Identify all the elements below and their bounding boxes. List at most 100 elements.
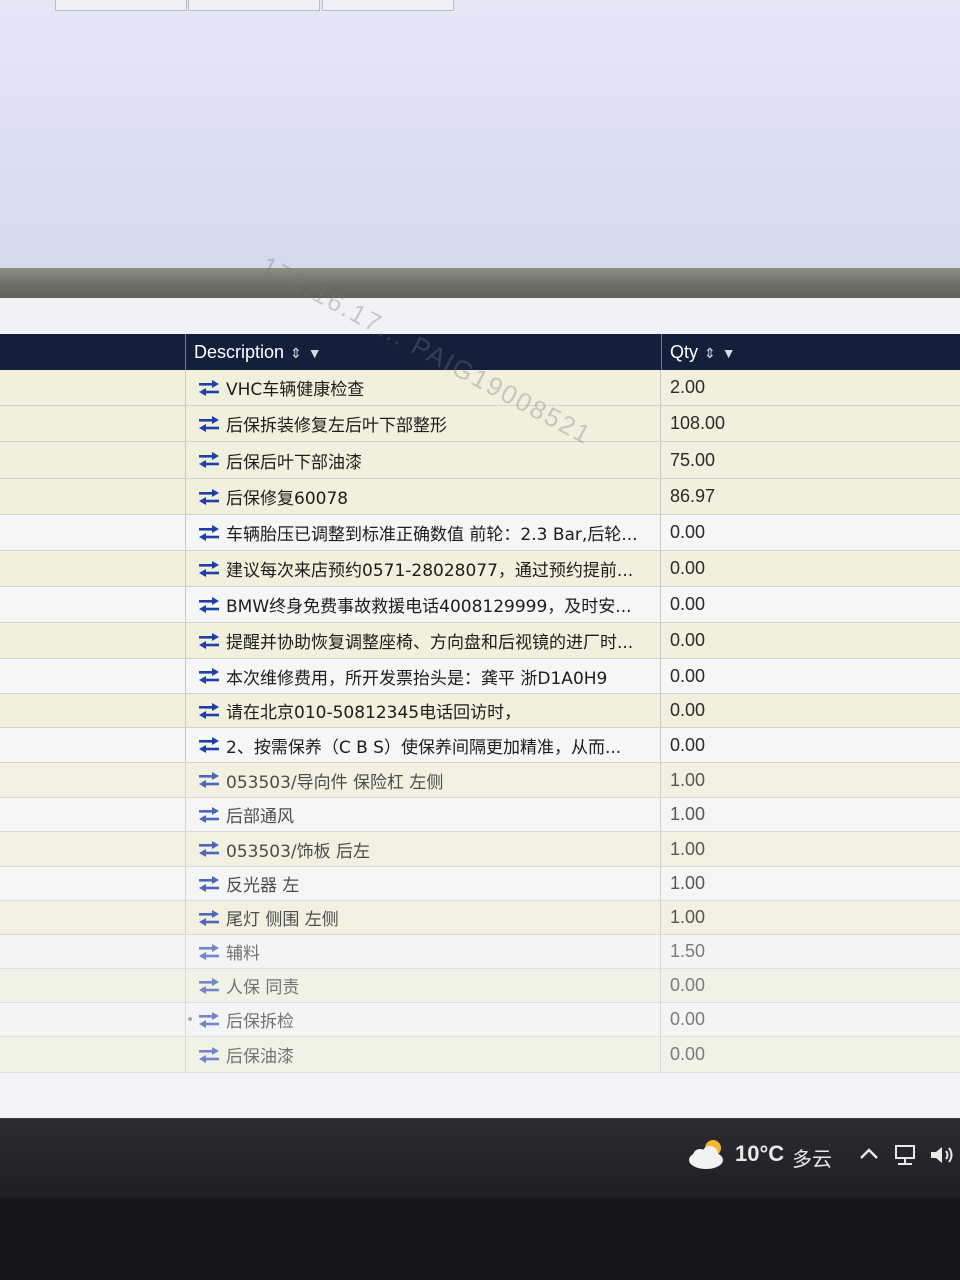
qty-cell[interactable]: 75.00 bbox=[662, 442, 960, 478]
qty-cell[interactable]: 1.00 bbox=[662, 901, 960, 934]
qty-cell[interactable]: 1.00 bbox=[662, 798, 960, 831]
table-row[interactable]: 053503/导向件 保险杠 左侧 1.00 bbox=[0, 763, 960, 798]
table-row[interactable]: 后保后叶下部油漆 75.00 bbox=[0, 442, 960, 479]
description-cell[interactable]: 053503/饰板 后左 bbox=[186, 832, 661, 866]
row-selector-cell[interactable] bbox=[0, 1037, 186, 1072]
swap-arrows-icon[interactable] bbox=[198, 451, 220, 469]
row-selector-cell[interactable] bbox=[0, 659, 186, 693]
row-selector-cell[interactable] bbox=[0, 479, 186, 514]
qty-cell[interactable]: 0.00 bbox=[662, 1003, 960, 1036]
swap-arrows-icon[interactable] bbox=[198, 1011, 220, 1029]
table-row[interactable]: 人保 同责 0.00 bbox=[0, 969, 960, 1003]
description-cell[interactable]: 建议每次来店预约0571-28028077，通过预约提前... bbox=[186, 551, 661, 586]
row-selector-cell[interactable] bbox=[0, 694, 186, 727]
swap-arrows-icon[interactable] bbox=[198, 875, 220, 893]
row-selector-cell[interactable] bbox=[0, 901, 186, 934]
qty-cell[interactable]: 1.50 bbox=[662, 935, 960, 968]
table-row[interactable]: 本次维修费用，所开发票抬头是：龚平 浙D1A0H9 0.00 bbox=[0, 659, 960, 694]
description-cell[interactable]: 后保油漆 bbox=[186, 1037, 661, 1072]
cloudy-sun-icon[interactable] bbox=[686, 1137, 728, 1171]
swap-arrows-icon[interactable] bbox=[198, 702, 220, 720]
table-row[interactable]: 建议每次来店预约0571-28028077，通过预约提前... 0.00 bbox=[0, 551, 960, 587]
description-cell[interactable]: BMW终身免费事故救援电话4008129999，及时安... bbox=[186, 587, 661, 622]
swap-arrows-icon[interactable] bbox=[198, 736, 220, 754]
description-cell[interactable]: 辅料 bbox=[186, 935, 661, 968]
table-row[interactable]: BMW终身免费事故救援电话4008129999，及时安... 0.00 bbox=[0, 587, 960, 623]
description-cell[interactable]: 车辆胎压已调整到标准正确数值 前轮：2.3 Bar,后轮... bbox=[186, 515, 661, 550]
swap-arrows-icon[interactable] bbox=[198, 632, 220, 650]
qty-cell[interactable]: 0.00 bbox=[662, 515, 960, 550]
volume-icon[interactable] bbox=[928, 1143, 958, 1167]
swap-arrows-icon[interactable] bbox=[198, 977, 220, 995]
qty-cell[interactable]: 1.00 bbox=[662, 832, 960, 866]
qty-cell[interactable]: 108.00 bbox=[662, 406, 960, 441]
table-row[interactable]: 2、按需保养（C B S）使保养间隔更加精准，从而... 0.00 bbox=[0, 728, 960, 763]
swap-arrows-icon[interactable] bbox=[198, 596, 220, 614]
description-cell[interactable]: 提醒并协助恢复调整座椅、方向盘和后视镜的进厂时... bbox=[186, 623, 661, 658]
table-row[interactable]: 后保油漆 0.00 bbox=[0, 1037, 960, 1073]
description-cell[interactable]: 后保拆检 bbox=[186, 1003, 661, 1036]
qty-cell[interactable]: 86.97 bbox=[662, 479, 960, 514]
top-field[interactable] bbox=[322, 0, 454, 11]
table-row[interactable]: 辅料 1.50 bbox=[0, 935, 960, 969]
swap-arrows-icon[interactable] bbox=[198, 909, 220, 927]
row-selector-cell[interactable] bbox=[0, 623, 186, 658]
column-header-description[interactable]: Description ⇕ ▼ bbox=[185, 334, 661, 370]
filter-icon[interactable]: ▼ bbox=[722, 345, 736, 361]
table-row[interactable]: VHC车辆健康检查 2.00 bbox=[0, 370, 960, 406]
description-cell[interactable]: 尾灯 侧围 左侧 bbox=[186, 901, 661, 934]
table-row[interactable]: 提醒并协助恢复调整座椅、方向盘和后视镜的进厂时... 0.00 bbox=[0, 623, 960, 659]
description-cell[interactable]: 后保拆装修复左后叶下部整形 bbox=[186, 406, 661, 441]
table-row[interactable]: 后保拆装修复左后叶下部整形 108.00 bbox=[0, 406, 960, 442]
qty-cell[interactable]: 0.00 bbox=[662, 694, 960, 727]
row-selector-cell[interactable] bbox=[0, 969, 186, 1002]
filter-icon[interactable]: ▼ bbox=[308, 345, 322, 361]
row-selector-cell[interactable] bbox=[0, 406, 186, 441]
description-cell[interactable]: VHC车辆健康检查 bbox=[186, 370, 661, 405]
description-cell[interactable]: 反光器 左 bbox=[186, 867, 661, 900]
row-selector-cell[interactable] bbox=[0, 1003, 186, 1036]
table-row[interactable]: 尾灯 侧围 左侧 1.00 bbox=[0, 901, 960, 935]
description-cell[interactable]: 后部通风 bbox=[186, 798, 661, 831]
row-selector-cell[interactable] bbox=[0, 442, 186, 478]
temperature[interactable]: 10°C bbox=[735, 1141, 784, 1167]
row-selector-cell[interactable] bbox=[0, 935, 186, 968]
swap-arrows-icon[interactable] bbox=[198, 560, 220, 578]
swap-arrows-icon[interactable] bbox=[198, 415, 220, 433]
description-cell[interactable]: 后保后叶下部油漆 bbox=[186, 442, 661, 478]
network-icon[interactable] bbox=[892, 1143, 918, 1167]
qty-cell[interactable]: 0.00 bbox=[662, 623, 960, 658]
table-row[interactable]: 车辆胎压已调整到标准正确数值 前轮：2.3 Bar,后轮... 0.00 bbox=[0, 515, 960, 551]
description-cell[interactable]: 本次维修费用，所开发票抬头是：龚平 浙D1A0H9 bbox=[186, 659, 661, 693]
top-field[interactable] bbox=[55, 0, 187, 11]
table-row[interactable]: 反光器 左 1.00 bbox=[0, 867, 960, 901]
table-row[interactable]: 053503/饰板 后左 1.00 bbox=[0, 832, 960, 867]
qty-cell[interactable]: 0.00 bbox=[662, 551, 960, 586]
table-row[interactable]: 后部通风 1.00 bbox=[0, 798, 960, 832]
row-selector-cell[interactable] bbox=[0, 867, 186, 900]
row-selector-cell[interactable] bbox=[0, 515, 186, 550]
description-cell[interactable]: 请在北京010-50812345电话回访时， bbox=[186, 694, 661, 727]
swap-arrows-icon[interactable] bbox=[198, 379, 220, 397]
swap-arrows-icon[interactable] bbox=[198, 806, 220, 824]
row-selector-cell[interactable] bbox=[0, 798, 186, 831]
row-selector-cell[interactable] bbox=[0, 832, 186, 866]
qty-cell[interactable]: 2.00 bbox=[662, 370, 960, 405]
row-selector-cell[interactable] bbox=[0, 370, 186, 405]
description-cell[interactable]: 053503/导向件 保险杠 左侧 bbox=[186, 763, 661, 797]
sort-icon[interactable]: ⇕ bbox=[290, 345, 302, 361]
chevron-up-icon[interactable] bbox=[858, 1145, 880, 1163]
row-selector-cell[interactable] bbox=[0, 587, 186, 622]
swap-arrows-icon[interactable] bbox=[198, 1046, 220, 1064]
row-selector-cell[interactable] bbox=[0, 728, 186, 762]
table-row[interactable]: 后保拆检 0.00 bbox=[0, 1003, 960, 1037]
top-field[interactable] bbox=[188, 0, 320, 11]
table-row[interactable]: 请在北京010-50812345电话回访时， 0.00 bbox=[0, 694, 960, 728]
swap-arrows-icon[interactable] bbox=[198, 488, 220, 506]
swap-arrows-icon[interactable] bbox=[198, 771, 220, 789]
swap-arrows-icon[interactable] bbox=[198, 524, 220, 542]
qty-cell[interactable]: 1.00 bbox=[662, 867, 960, 900]
description-cell[interactable]: 2、按需保养（C B S）使保养间隔更加精准，从而... bbox=[186, 728, 661, 762]
qty-cell[interactable]: 0.00 bbox=[662, 969, 960, 1002]
description-cell[interactable]: 人保 同责 bbox=[186, 969, 661, 1002]
